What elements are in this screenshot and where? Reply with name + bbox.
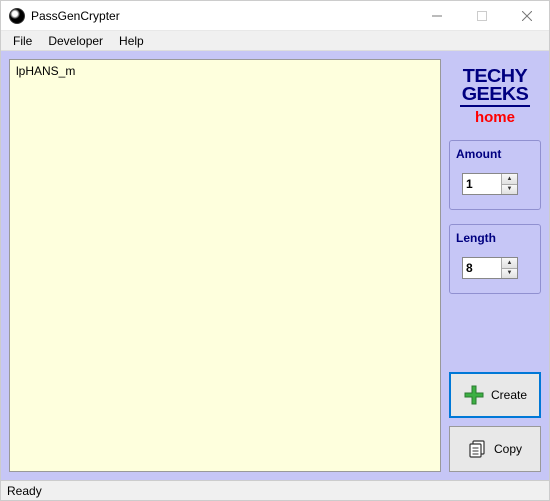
client-area: TECHY GEEKS home Amount ▲ ▼ Length ▲ ▼ [1, 51, 549, 480]
brand-line2: GEEKS [444, 85, 545, 103]
minimize-button[interactable] [414, 1, 459, 30]
menu-bar: File Developer Help [1, 31, 549, 51]
title-bar: PassGenCrypter [1, 1, 549, 31]
length-input[interactable] [463, 258, 501, 278]
amount-up-button[interactable]: ▲ [502, 174, 517, 185]
length-group: Length ▲ ▼ [449, 224, 541, 294]
maximize-button[interactable] [459, 1, 504, 30]
window-title: PassGenCrypter [31, 9, 120, 23]
status-bar: Ready [1, 480, 549, 500]
app-icon [9, 8, 25, 24]
amount-down-button[interactable]: ▼ [502, 185, 517, 195]
amount-spin-buttons: ▲ ▼ [501, 174, 517, 194]
plus-icon [463, 384, 485, 406]
menu-help[interactable]: Help [111, 32, 152, 50]
length-label: Length [456, 231, 534, 257]
length-down-button[interactable]: ▼ [502, 269, 517, 279]
window-controls [414, 1, 549, 30]
copy-icon [468, 439, 488, 459]
brand-line3: home [449, 109, 541, 126]
create-button[interactable]: Create [449, 372, 541, 418]
amount-label: Amount [456, 147, 534, 173]
minimize-icon [432, 11, 442, 21]
amount-group: Amount ▲ ▼ [449, 140, 541, 210]
length-up-button[interactable]: ▲ [502, 258, 517, 269]
length-spin-buttons: ▲ ▼ [501, 258, 517, 278]
output-textarea[interactable] [10, 60, 440, 471]
output-panel [9, 59, 441, 472]
amount-spinner: ▲ ▼ [462, 173, 518, 195]
maximize-icon [477, 11, 487, 21]
spacer [449, 302, 541, 364]
copy-button-label: Copy [494, 442, 522, 456]
status-text: Ready [7, 484, 42, 498]
close-icon [522, 11, 532, 21]
copy-button[interactable]: Copy [449, 426, 541, 472]
brand-divider [460, 105, 530, 107]
brand-logo: TECHY GEEKS home [449, 59, 541, 126]
amount-input[interactable] [463, 174, 501, 194]
side-panel: TECHY GEEKS home Amount ▲ ▼ Length ▲ ▼ [449, 59, 541, 472]
close-button[interactable] [504, 1, 549, 30]
create-button-label: Create [491, 388, 527, 402]
menu-developer[interactable]: Developer [40, 32, 111, 50]
length-spinner: ▲ ▼ [462, 257, 518, 279]
brand-line1: TECHY [444, 67, 545, 85]
menu-file[interactable]: File [5, 32, 40, 50]
